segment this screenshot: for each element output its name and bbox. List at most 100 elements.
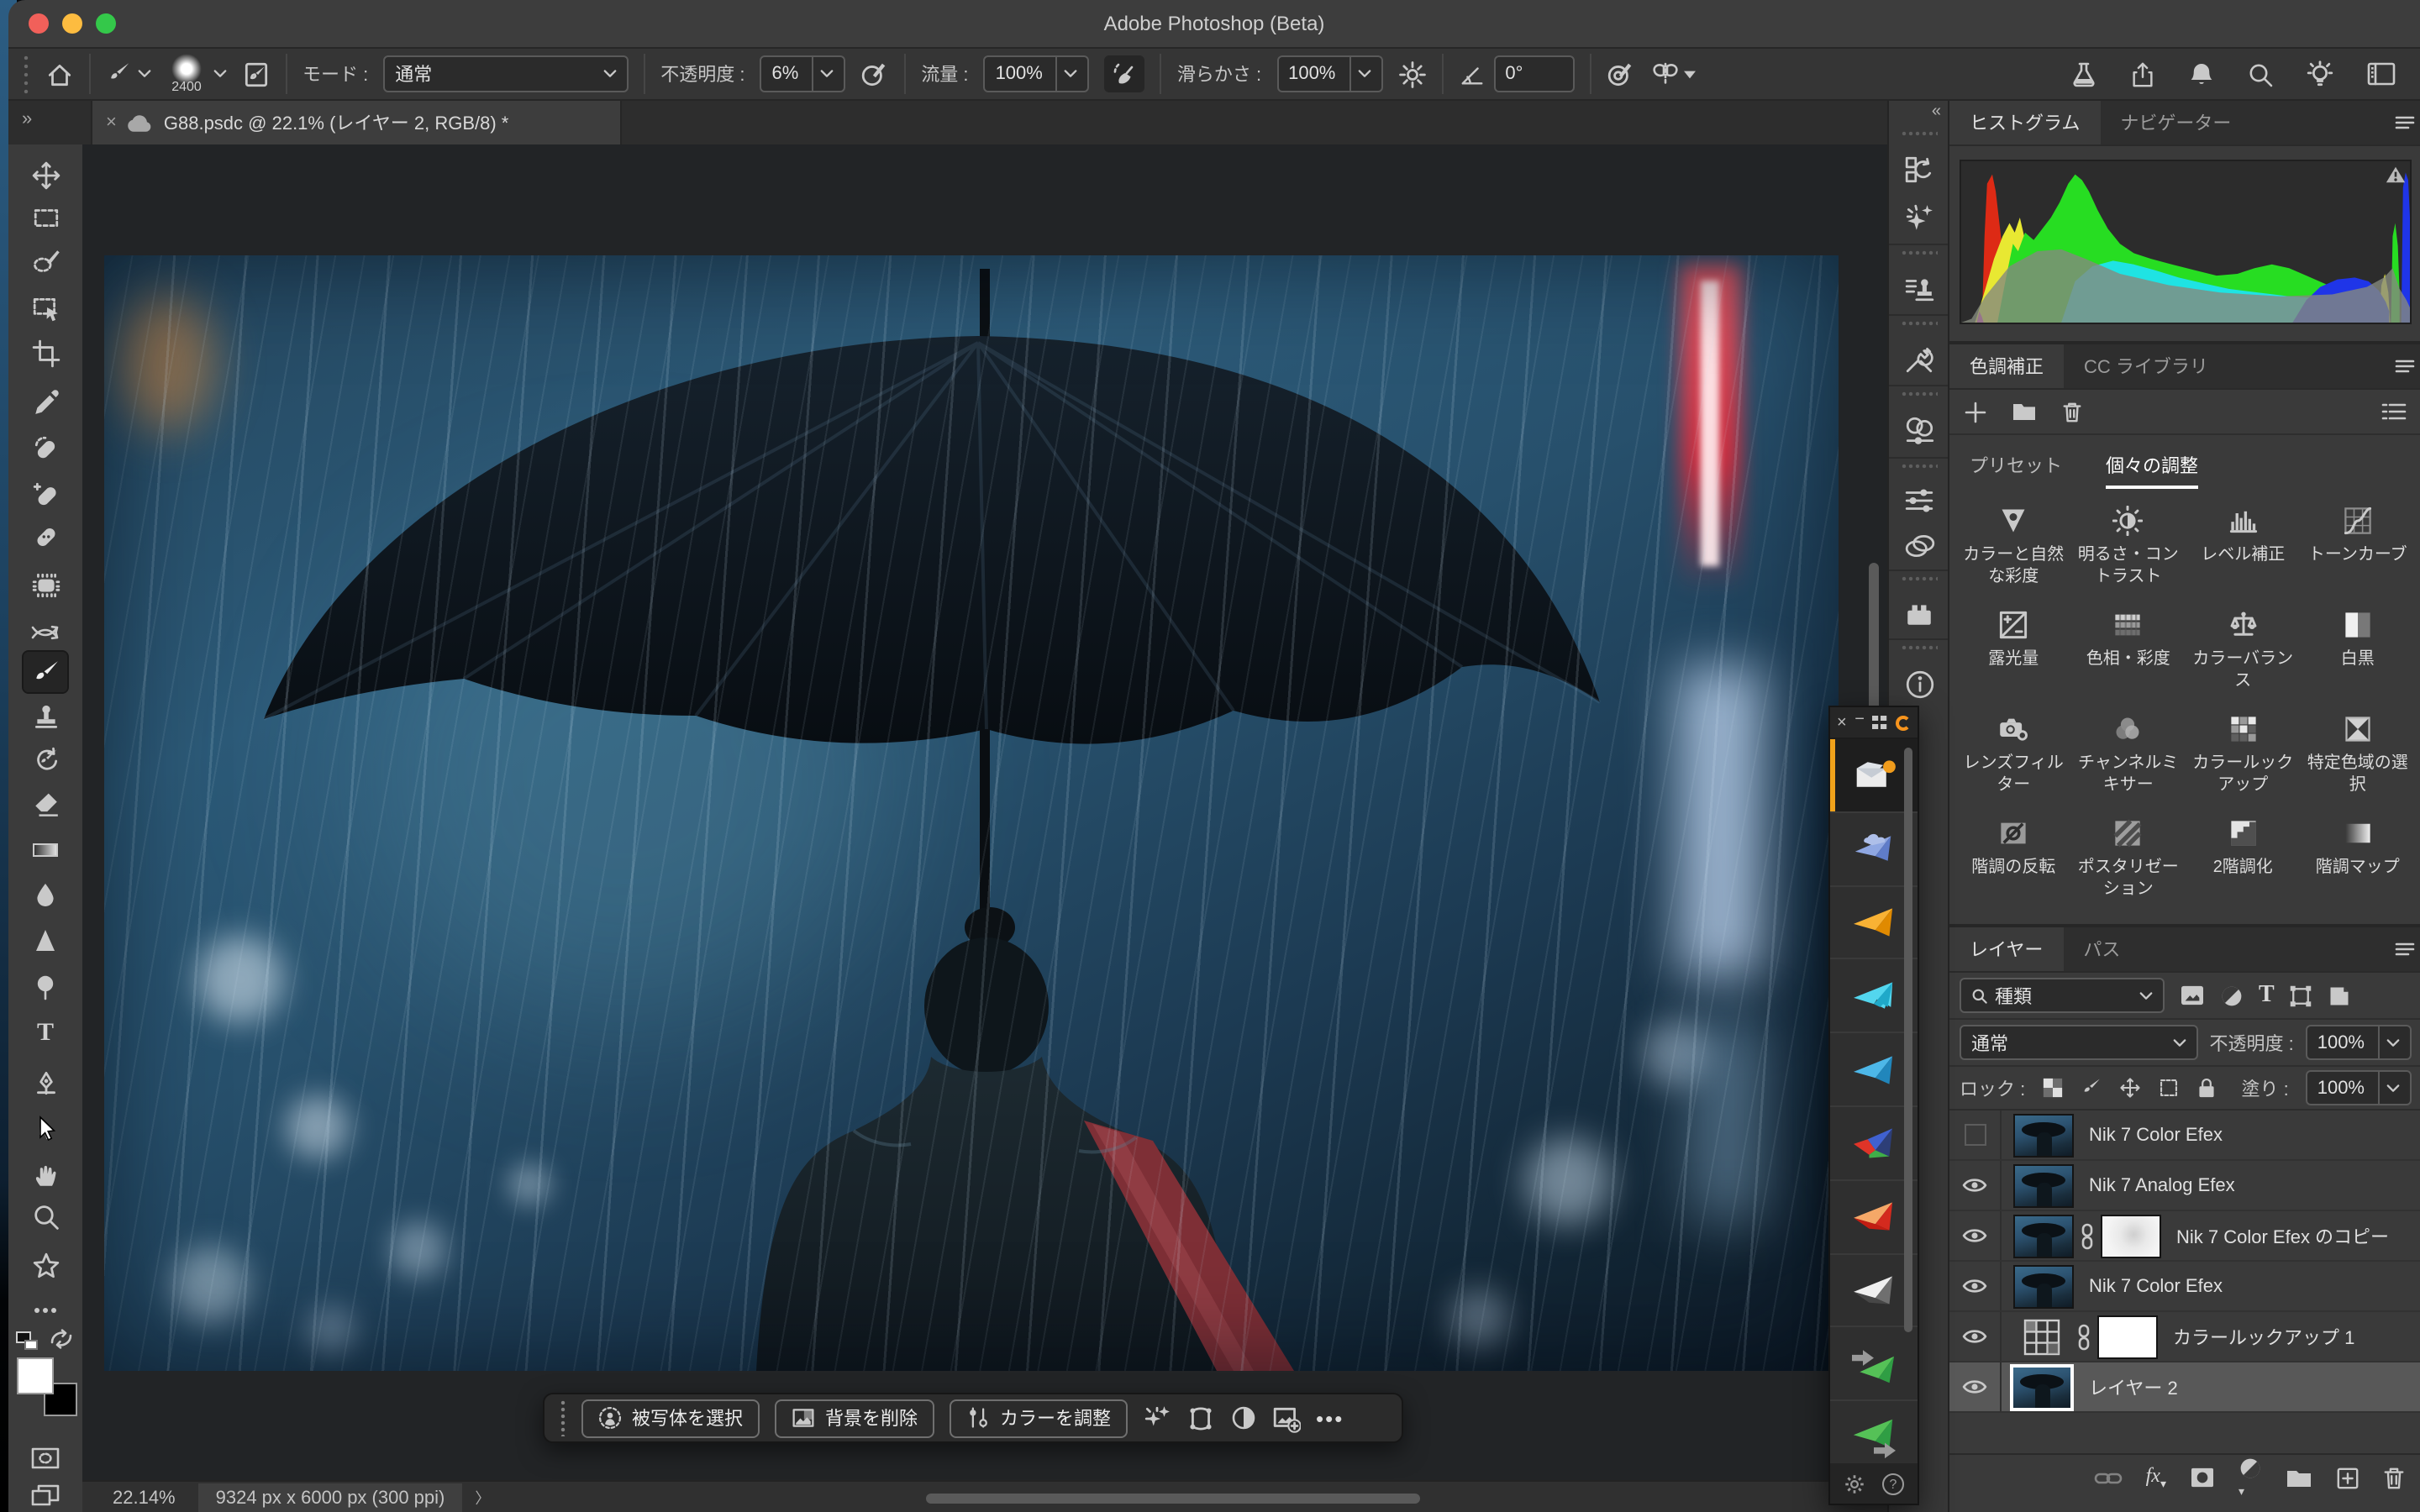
tab-overflow-chevrons[interactable]: » xyxy=(22,109,32,129)
layer-thumbnail[interactable] xyxy=(2013,1113,2074,1157)
channels-icon[interactable] xyxy=(1903,415,1935,447)
tool-remove[interactable] xyxy=(24,427,67,467)
adj-curves[interactable]: トーンカーブ xyxy=(2301,506,2416,588)
tool-dodge[interactable] xyxy=(24,966,67,1006)
tool-crop[interactable] xyxy=(24,333,67,373)
nik-titlebar[interactable]: × − xyxy=(1830,707,1918,739)
lock-paint-icon[interactable] xyxy=(2081,1077,2102,1099)
symmetry-icon[interactable] xyxy=(1649,60,1695,88)
tool-zoom[interactable] xyxy=(24,1196,67,1236)
image-filter-icon[interactable] xyxy=(2180,984,2205,1006)
visibility-toggle[interactable] xyxy=(1949,1211,2002,1260)
lock-all-icon[interactable] xyxy=(2196,1077,2217,1099)
add-icon[interactable] xyxy=(1965,401,1986,423)
tool-gradient[interactable] xyxy=(24,830,67,870)
layer-row[interactable]: Nik 7 Analog Efex xyxy=(1949,1161,2420,1211)
adj-invert[interactable]: 階調の反転 xyxy=(1956,818,2071,900)
adj-exposure[interactable]: 露光量 xyxy=(1956,610,2071,692)
adjustment-icon[interactable]: ▾ xyxy=(2238,1456,2262,1499)
tool-clone-stamp[interactable] xyxy=(24,696,67,736)
actions-icon[interactable] xyxy=(1904,274,1934,304)
adjustment-filter-icon[interactable] xyxy=(2220,984,2244,1007)
adj-color-balance[interactable]: カラーバランス xyxy=(2186,610,2301,692)
adj-gradient-map[interactable]: 階調マップ xyxy=(2301,818,2416,900)
tool-move[interactable] xyxy=(24,155,67,195)
adjust-color-button[interactable]: カラーを調整 xyxy=(950,1399,1128,1437)
visibility-toggle[interactable] xyxy=(1949,1312,2002,1361)
brush-tool-preset[interactable] xyxy=(106,60,151,87)
tool-hand[interactable] xyxy=(24,1154,67,1194)
tab-adjustments[interactable]: 色調補正 xyxy=(1949,344,2064,388)
tab-paths[interactable]: パス xyxy=(2063,927,2140,971)
layer-comps-icon[interactable] xyxy=(1903,533,1935,559)
remove-background-button[interactable]: 背景を削除 xyxy=(775,1399,934,1437)
status-chevron-icon[interactable]: 〉 xyxy=(475,1487,490,1509)
fill-input[interactable]: 100% xyxy=(2306,1070,2412,1105)
layer-mask-thumbnail[interactable] xyxy=(2101,1214,2161,1257)
zoom-window-button[interactable] xyxy=(96,13,116,34)
tools-wrench-icon[interactable] xyxy=(1904,344,1934,375)
select-subject-button[interactable]: 被写体を選択 xyxy=(581,1399,760,1437)
tab-navigator[interactable]: ナビゲーター xyxy=(2100,101,2251,144)
tool-type[interactable]: T xyxy=(24,1013,67,1053)
type-filter-icon[interactable]: T xyxy=(2259,982,2275,1009)
panel-menu-icon[interactable] xyxy=(2395,941,2415,958)
smoothing-input[interactable]: 100% xyxy=(1276,55,1382,92)
tab-layers[interactable]: レイヤー xyxy=(1949,927,2063,971)
tool-sharpen[interactable] xyxy=(24,921,67,961)
visibility-toggle[interactable] xyxy=(1949,1362,2002,1411)
adj-threshold[interactable]: 2階調化 xyxy=(2186,818,2301,900)
opacity-input[interactable]: 6% xyxy=(760,55,846,92)
layer-row[interactable]: カラールックアップ 1 xyxy=(1949,1312,2420,1362)
panel-menu-icon[interactable] xyxy=(2395,358,2415,375)
adjustment-icon[interactable] xyxy=(1230,1404,1257,1431)
pressure-size-icon[interactable] xyxy=(1606,60,1634,88)
tool-object-selection[interactable] xyxy=(24,287,67,328)
adj-brightness-contrast[interactable]: 明るさ・コントラスト xyxy=(2071,506,2186,588)
transform-icon[interactable] xyxy=(1186,1404,1215,1432)
visibility-toggle[interactable] xyxy=(1949,1262,2002,1310)
canvas-horizontal-scrollbar[interactable] xyxy=(926,1494,1420,1504)
toggle-brush-panel-icon[interactable] xyxy=(242,60,271,88)
lock-transparency-icon[interactable] xyxy=(2042,1077,2064,1099)
panel-menu-icon[interactable] xyxy=(2395,114,2415,131)
adj-posterize[interactable]: ポスタリゼーション xyxy=(2071,818,2186,900)
workspace-icon[interactable] xyxy=(2366,60,2396,87)
smoothing-gear-icon[interactable] xyxy=(1397,60,1426,88)
adj-channel-mixer[interactable]: チャンネルミキサー xyxy=(2071,714,2186,796)
tab-histogram[interactable]: ヒストグラム xyxy=(1949,101,2100,144)
foreground-color-swatch[interactable] xyxy=(17,1357,54,1394)
share-icon[interactable] xyxy=(2129,60,2156,88)
add-image-icon[interactable] xyxy=(1272,1404,1301,1432)
bell-icon[interactable] xyxy=(2188,60,2215,88)
trash-icon[interactable] xyxy=(2062,401,2082,423)
link-icon[interactable] xyxy=(2094,1469,2123,1486)
help-icon[interactable]: ? xyxy=(1882,1473,1904,1494)
info-icon[interactable] xyxy=(1903,669,1935,701)
tool-history-brush[interactable] xyxy=(24,739,67,780)
sparkle-icon[interactable] xyxy=(1143,1404,1171,1432)
generative-icon[interactable] xyxy=(1904,203,1934,234)
subtab-individual[interactable]: 個々の調整 xyxy=(2106,452,2198,489)
tool-eyedropper[interactable] xyxy=(24,381,67,422)
more-icon[interactable]: ••• xyxy=(1316,1405,1344,1431)
brush-size-picker[interactable]: 2400 xyxy=(166,54,227,94)
document-tab[interactable]: × G88.psdc @ 22.1% (レイヤー 2, RGB/8) * xyxy=(91,101,622,144)
adj-hue-saturation[interactable]: 色相・彩度 xyxy=(2071,610,2186,692)
folder-icon[interactable] xyxy=(2012,402,2037,422)
layer-filter-select[interactable]: 種類 xyxy=(1960,978,2165,1013)
tool-healing-brush[interactable] xyxy=(24,516,67,556)
lock-artboard-icon[interactable] xyxy=(2158,1077,2180,1099)
mask-link-icon[interactable] xyxy=(2079,1222,2096,1249)
expand-panels-chevrons[interactable]: « xyxy=(1932,102,1941,121)
adj-color-vibrance[interactable]: カラーと自然な彩度 xyxy=(1956,506,2071,588)
layer-opacity-input[interactable]: 100% xyxy=(2306,1025,2412,1060)
pressure-opacity-icon[interactable] xyxy=(860,60,889,88)
angle-input[interactable]: 0° xyxy=(1493,55,1574,92)
layer-row[interactable]: Nik 7 Color Efex xyxy=(1949,1262,2420,1312)
list-view-icon[interactable] xyxy=(2381,402,2407,422)
layer-thumbnail[interactable] xyxy=(2010,1363,2074,1410)
adj-photo-filter[interactable]: レンズフィルター xyxy=(1956,714,2071,796)
screen-mode-button[interactable] xyxy=(24,1477,67,1512)
blend-mode-select[interactable]: 通常 xyxy=(383,55,629,92)
